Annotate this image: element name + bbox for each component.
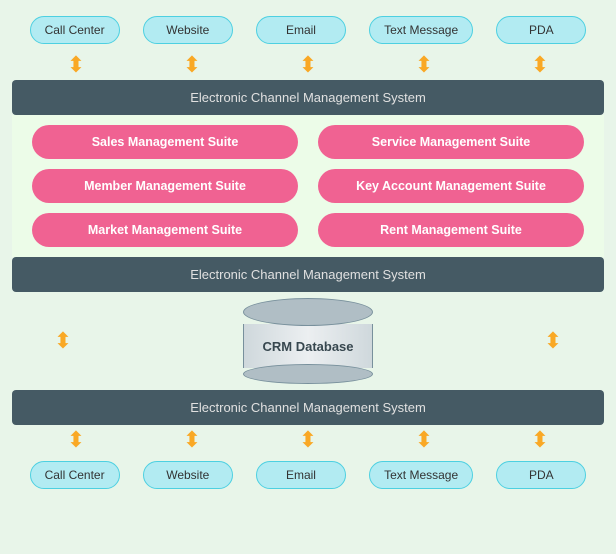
db-top <box>243 298 373 326</box>
top-channel-call-center: Call Center <box>30 16 120 44</box>
top-arrow-row: ⬍ ⬍ ⬍ ⬍ ⬍ <box>8 50 608 80</box>
bot-arrow-4: ⬍ <box>379 427 469 453</box>
bottom-channel-row: Call Center Website Email Text Message P… <box>8 455 608 495</box>
suite-market: Market Management Suite <box>32 213 298 247</box>
suite-service: Service Management Suite <box>318 125 584 159</box>
arrow-3: ⬍ <box>263 52 353 78</box>
main-container: Call Center Website Email Text Message P… <box>8 10 608 495</box>
top-channel-website: Website <box>143 16 233 44</box>
bottom-arrow-row: ⬍ ⬍ ⬍ ⬍ ⬍ <box>8 425 608 455</box>
arrow-5: ⬍ <box>495 52 585 78</box>
db-body: CRM Database <box>243 324 373 368</box>
bot-channel-website: Website <box>143 461 233 489</box>
arrow-2: ⬍ <box>147 52 237 78</box>
bot-channel-email: Email <box>256 461 346 489</box>
suite-key-account: Key Account Management Suite <box>318 169 584 203</box>
db-bottom <box>243 364 373 384</box>
left-mid-arrow: ⬍ <box>18 328 108 354</box>
top-channel-row: Call Center Website Email Text Message P… <box>8 10 608 50</box>
crm-database: CRM Database <box>243 298 373 384</box>
middle-dark-bar: Electronic Channel Management System <box>12 257 604 292</box>
crm-center: CRM Database <box>108 298 508 384</box>
bot-arrow-1: ⬍ <box>31 427 121 453</box>
suite-sales: Sales Management Suite <box>32 125 298 159</box>
bot-arrow-5: ⬍ <box>495 427 585 453</box>
bot-channel-text-message: Text Message <box>369 461 473 489</box>
bot-channel-call-center: Call Center <box>30 461 120 489</box>
right-mid-arrow: ⬍ <box>508 328 598 354</box>
bottom-dark-bar: Electronic Channel Management System <box>12 390 604 425</box>
top-channel-text-message: Text Message <box>369 16 473 44</box>
suite-area: Sales Management Suite Service Managemen… <box>12 115 604 257</box>
arrow-4: ⬍ <box>379 52 469 78</box>
bot-arrow-2: ⬍ <box>147 427 237 453</box>
middle-section: ⬍ CRM Database ⬍ <box>8 292 608 390</box>
top-channel-pda: PDA <box>496 16 586 44</box>
top-dark-bar: Electronic Channel Management System <box>12 80 604 115</box>
top-channel-email: Email <box>256 16 346 44</box>
suite-member: Member Management Suite <box>32 169 298 203</box>
suite-rent: Rent Management Suite <box>318 213 584 247</box>
bot-arrow-3: ⬍ <box>263 427 353 453</box>
arrow-1: ⬍ <box>31 52 121 78</box>
bot-channel-pda: PDA <box>496 461 586 489</box>
